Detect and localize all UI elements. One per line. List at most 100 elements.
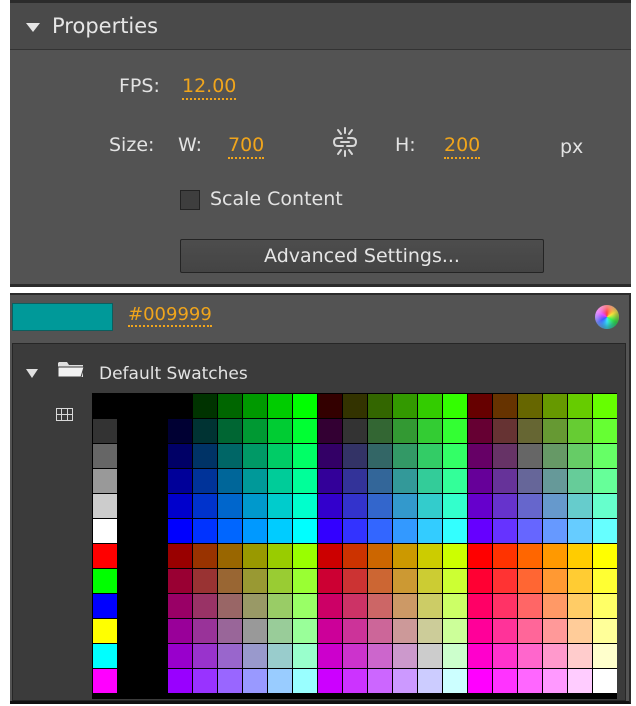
swatch-cell[interactable]	[243, 444, 267, 468]
swatch-cell[interactable]	[168, 669, 192, 693]
swatch-black[interactable]	[143, 644, 167, 668]
swatch-cell[interactable]	[368, 419, 392, 443]
swatch-cell[interactable]	[568, 619, 592, 643]
swatch-cell[interactable]	[443, 569, 467, 593]
swatch-cell[interactable]	[518, 469, 542, 493]
swatch-cell[interactable]	[393, 444, 417, 468]
swatch-cell[interactable]	[393, 519, 417, 543]
swatch-cell[interactable]	[393, 569, 417, 593]
swatch-black[interactable]	[118, 644, 142, 668]
swatch-cell[interactable]	[418, 544, 442, 568]
swatch-cell[interactable]	[518, 519, 542, 543]
swatch-cell[interactable]	[393, 669, 417, 693]
swatch-cell[interactable]	[168, 544, 192, 568]
swatch-cell[interactable]	[393, 469, 417, 493]
swatch-cell[interactable]	[468, 669, 492, 693]
swatch-cell[interactable]	[318, 444, 342, 468]
swatch-preset[interactable]	[93, 644, 117, 668]
width-field[interactable]: 700	[228, 134, 265, 159]
swatch-cell[interactable]	[593, 644, 617, 668]
swatch-black[interactable]	[143, 619, 167, 643]
swatch-cell[interactable]	[493, 594, 517, 618]
swatch-cell[interactable]	[493, 644, 517, 668]
swatch-cell[interactable]	[268, 569, 292, 593]
swatch-cell[interactable]	[518, 569, 542, 593]
swatch-preset[interactable]	[93, 469, 117, 493]
swatch-cell[interactable]	[493, 569, 517, 593]
swatch-cell[interactable]	[393, 419, 417, 443]
swatch-cell[interactable]	[368, 469, 392, 493]
swatch-cell[interactable]	[268, 394, 292, 418]
swatch-cell[interactable]	[218, 419, 242, 443]
swatch-cell[interactable]	[268, 619, 292, 643]
collapse-triangle-icon[interactable]	[26, 23, 40, 32]
swatch-black[interactable]	[118, 394, 142, 418]
swatch-cell[interactable]	[568, 569, 592, 593]
swatch-cell[interactable]	[268, 494, 292, 518]
swatch-cell[interactable]	[243, 544, 267, 568]
swatch-cell[interactable]	[393, 544, 417, 568]
swatch-cell[interactable]	[193, 594, 217, 618]
height-field[interactable]: 200	[444, 134, 481, 159]
swatch-cell[interactable]	[493, 519, 517, 543]
scale-content-checkbox[interactable]	[180, 190, 200, 210]
chain-link-icon[interactable]	[332, 126, 358, 164]
swatch-cell[interactable]	[493, 444, 517, 468]
swatch-cell[interactable]	[368, 619, 392, 643]
swatch-cell[interactable]	[193, 519, 217, 543]
swatch-cell[interactable]	[368, 494, 392, 518]
swatch-black[interactable]	[118, 619, 142, 643]
swatch-cell[interactable]	[468, 494, 492, 518]
swatch-cell[interactable]	[193, 644, 217, 668]
swatch-black[interactable]	[118, 669, 142, 693]
swatch-cell[interactable]	[318, 394, 342, 418]
swatch-cell[interactable]	[568, 469, 592, 493]
swatch-cell[interactable]	[343, 419, 367, 443]
swatch-cell[interactable]	[418, 644, 442, 668]
swatch-cell[interactable]	[368, 519, 392, 543]
scale-content-label[interactable]: Scale Content	[210, 188, 343, 210]
swatch-cell[interactable]	[368, 544, 392, 568]
swatch-cell[interactable]	[368, 569, 392, 593]
swatch-cell[interactable]	[268, 444, 292, 468]
swatch-cell[interactable]	[243, 519, 267, 543]
swatch-cell[interactable]	[543, 469, 567, 493]
swatch-cell[interactable]	[318, 569, 342, 593]
swatch-cell[interactable]	[568, 544, 592, 568]
swatch-cell[interactable]	[518, 394, 542, 418]
swatch-cell[interactable]	[518, 419, 542, 443]
swatch-black[interactable]	[143, 394, 167, 418]
swatch-cell[interactable]	[293, 394, 317, 418]
swatch-cell[interactable]	[193, 419, 217, 443]
swatch-cell[interactable]	[443, 469, 467, 493]
swatch-cell[interactable]	[168, 594, 192, 618]
swatch-preset[interactable]	[93, 444, 117, 468]
hex-color-field[interactable]: #009999	[128, 305, 212, 327]
swatch-cell[interactable]	[418, 669, 442, 693]
swatch-cell[interactable]	[343, 544, 367, 568]
swatch-cell[interactable]	[368, 644, 392, 668]
swatch-cell[interactable]	[368, 444, 392, 468]
swatch-cell[interactable]	[568, 419, 592, 443]
swatch-cell[interactable]	[543, 669, 567, 693]
swatch-cell[interactable]	[493, 494, 517, 518]
grid-view-icon[interactable]	[56, 408, 73, 421]
swatch-cell[interactable]	[343, 594, 367, 618]
swatch-cell[interactable]	[593, 394, 617, 418]
swatch-cell[interactable]	[468, 469, 492, 493]
swatch-cell[interactable]	[543, 519, 567, 543]
swatch-cell[interactable]	[468, 594, 492, 618]
swatch-black[interactable]	[143, 594, 167, 618]
swatch-cell[interactable]	[293, 469, 317, 493]
current-color-swatch[interactable]	[12, 303, 113, 331]
swatch-cell[interactable]	[268, 594, 292, 618]
swatch-cell[interactable]	[468, 519, 492, 543]
swatch-cell[interactable]	[318, 419, 342, 443]
swatch-cell[interactable]	[443, 669, 467, 693]
swatch-cell[interactable]	[243, 619, 267, 643]
swatch-cell[interactable]	[168, 419, 192, 443]
swatch-black[interactable]	[118, 519, 142, 543]
swatch-cell[interactable]	[493, 469, 517, 493]
swatch-cell[interactable]	[293, 594, 317, 618]
swatch-cell[interactable]	[343, 494, 367, 518]
